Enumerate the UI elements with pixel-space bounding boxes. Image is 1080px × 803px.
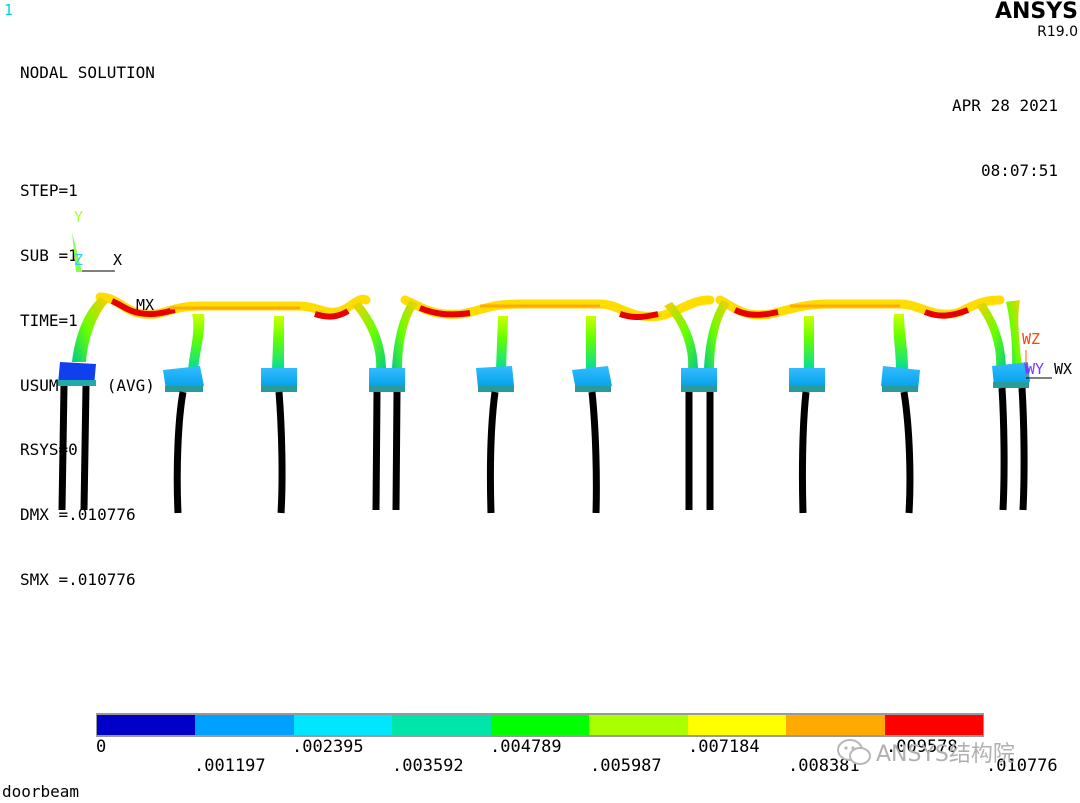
triad-x-label: X bbox=[113, 251, 123, 269]
door-beam bbox=[58, 292, 1052, 514]
graphics-viewport[interactable] bbox=[0, 0, 1080, 798]
watermark: ANSYS结构院 bbox=[836, 736, 1015, 768]
legend-tick: .004789 bbox=[490, 737, 562, 757]
legend-band bbox=[687, 715, 787, 735]
support-block-5 bbox=[476, 366, 514, 392]
legend-tick: .002395 bbox=[292, 737, 364, 757]
legend-tick: .005987 bbox=[590, 756, 662, 776]
legend-band bbox=[97, 715, 196, 735]
legend-band bbox=[490, 715, 590, 735]
legend-band bbox=[786, 715, 885, 735]
legend-tick: .001197 bbox=[194, 756, 266, 776]
legend-band bbox=[293, 715, 393, 735]
support-posts bbox=[58, 385, 1028, 514]
contour-legend-bar bbox=[96, 713, 984, 737]
support-block-3 bbox=[261, 368, 297, 392]
support-block-9 bbox=[881, 366, 920, 392]
legend-band bbox=[884, 715, 983, 735]
wp-wy-label: WY bbox=[1026, 360, 1045, 378]
support-block-7 bbox=[681, 368, 717, 392]
wp-wz-label: WZ bbox=[1022, 330, 1041, 348]
support-block-2 bbox=[163, 366, 204, 392]
support-block-6 bbox=[572, 366, 612, 392]
legend-tick: 0 bbox=[96, 737, 107, 757]
triad-z-label: Z bbox=[74, 251, 84, 269]
wp-wx-label: WX bbox=[1054, 360, 1073, 378]
jobname-label: doorbeam bbox=[2, 782, 80, 801]
wechat-icon bbox=[837, 739, 871, 765]
triad-y-label: Y bbox=[74, 208, 84, 226]
legend-tick: .003592 bbox=[392, 756, 464, 776]
legend-band bbox=[392, 715, 491, 735]
support-block-10 bbox=[992, 362, 1030, 388]
watermark-text: ANSYS结构院 bbox=[876, 742, 1015, 767]
support-block-4 bbox=[369, 368, 405, 392]
legend-tick: .007184 bbox=[688, 737, 760, 757]
max-marker-label: MX bbox=[136, 296, 155, 314]
legend-band bbox=[589, 715, 688, 735]
support-block-8 bbox=[789, 368, 825, 392]
support-block-1 bbox=[58, 362, 96, 386]
legend-band bbox=[195, 715, 294, 735]
